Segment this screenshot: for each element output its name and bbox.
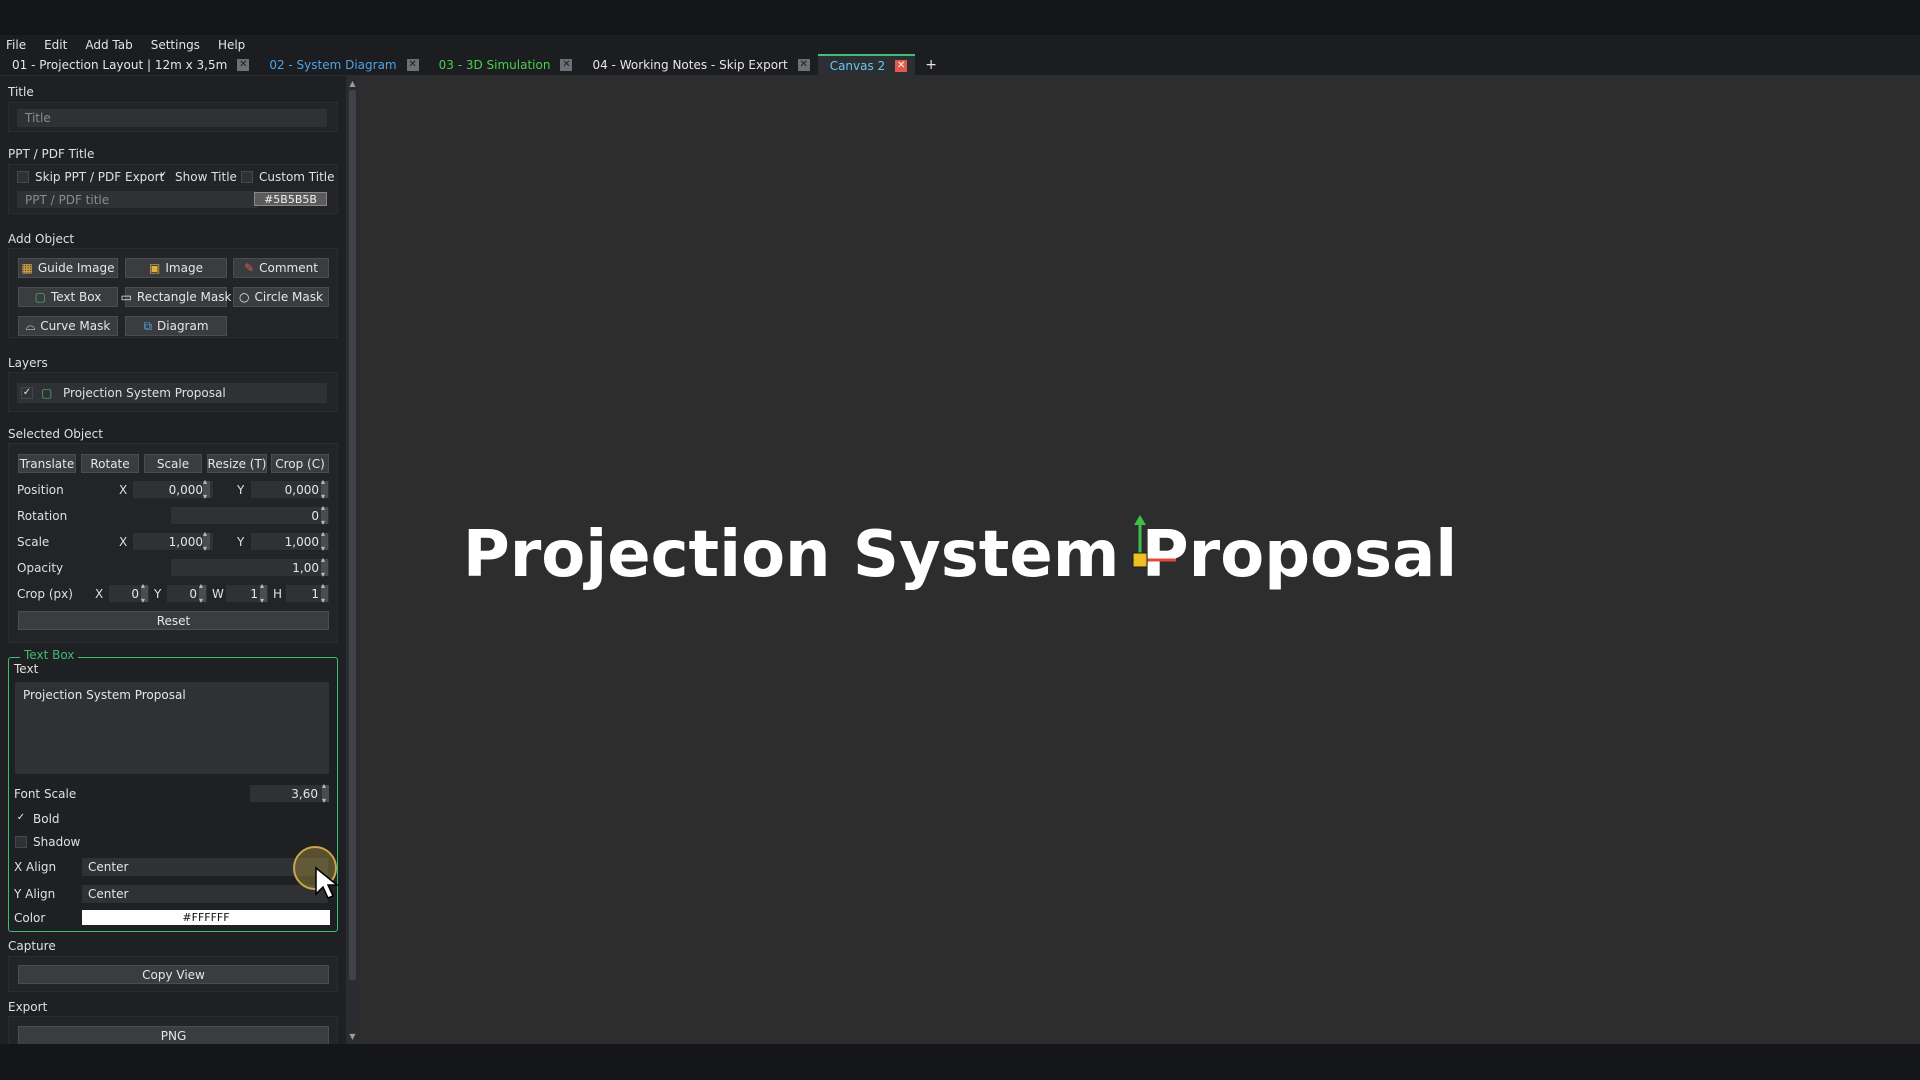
add-object-group: ▦ Guide Image ▣ Image ✎ Comment ▢ Text Box ▭… bbox=[8, 248, 338, 338]
tab-label: 03 - 3D Simulation bbox=[438, 57, 551, 72]
position-label: Position bbox=[17, 483, 64, 497]
tab-system-diagram[interactable]: 02 - System Diagram ✕ bbox=[257, 54, 426, 75]
text-box-group bbox=[8, 657, 338, 932]
scroll-down-icon[interactable]: ▼ bbox=[348, 1032, 357, 1041]
circle-icon: ○ bbox=[239, 290, 250, 304]
show-title-checkbox[interactable]: ✓ bbox=[157, 171, 169, 183]
ppt-title-heading: PPT / PDF Title bbox=[8, 147, 95, 161]
tab-projection-layout[interactable]: 01 - Projection Layout | 12m x 3,5m ✕ bbox=[0, 54, 257, 75]
diagram-icon: ⧉ bbox=[143, 318, 153, 333]
ppt-title-group: Skip PPT / PDF Export ✓ Show Title Custo… bbox=[8, 164, 338, 214]
title-group: Title bbox=[8, 102, 338, 132]
translate-gizmo[interactable] bbox=[1120, 515, 1180, 575]
curve-mask-button[interactable]: ⌓ Curve Mask bbox=[18, 316, 118, 336]
gizmo-center-handle[interactable] bbox=[1132, 552, 1148, 568]
image-button[interactable]: ▣ Image bbox=[125, 258, 227, 278]
position-x-input[interactable]: 0,000 bbox=[133, 481, 213, 498]
mouse-pointer-icon bbox=[315, 866, 340, 899]
position-x-stepper[interactable] bbox=[203, 477, 210, 501]
ppt-title-color[interactable]: #5B5B5B bbox=[254, 192, 327, 206]
layers-group: ✓ ▢ Projection System Proposal bbox=[8, 372, 338, 412]
layer-item[interactable]: ✓ ▢ Projection System Proposal bbox=[17, 383, 327, 403]
text-icon: ▢ bbox=[34, 290, 46, 304]
export-heading: Export bbox=[8, 1000, 48, 1014]
layer-visibility-checkbox[interactable]: ✓ bbox=[21, 387, 33, 399]
guide-image-button[interactable]: ▦ Guide Image bbox=[18, 258, 118, 278]
comment-button[interactable]: ✎ Comment bbox=[233, 258, 329, 278]
resize-mode-button[interactable]: Resize (T) bbox=[207, 454, 267, 473]
add-object-heading: Add Object bbox=[8, 232, 75, 246]
selected-object-heading: Selected Object bbox=[8, 427, 103, 441]
menu-bar: File Edit Add Tab Settings Help bbox=[0, 35, 1920, 54]
window-bottom-band bbox=[0, 1044, 1920, 1080]
skip-export-checkbox[interactable] bbox=[17, 171, 29, 183]
diagram-button[interactable]: ⧉ Diagram bbox=[125, 316, 227, 336]
add-tab-button[interactable]: + bbox=[915, 54, 947, 75]
menu-add-tab[interactable]: Add Tab bbox=[85, 38, 132, 52]
close-icon[interactable]: ✕ bbox=[560, 58, 573, 71]
custom-title-label: Custom Title bbox=[259, 170, 335, 184]
button-label: Circle Mask bbox=[254, 290, 323, 304]
close-icon[interactable]: ✕ bbox=[895, 59, 908, 72]
layers-heading: Layers bbox=[8, 356, 48, 370]
button-label: Diagram bbox=[157, 319, 209, 333]
layer-name: Projection System Proposal bbox=[63, 386, 226, 400]
window-top-band bbox=[0, 0, 1920, 35]
circle-mask-button[interactable]: ○ Circle Mask bbox=[233, 287, 329, 307]
ppt-title-input[interactable]: PPT / PDF title bbox=[17, 191, 257, 208]
tab-label: Canvas 2 bbox=[829, 58, 886, 73]
position-y-stepper[interactable] bbox=[321, 477, 328, 501]
text-box-button[interactable]: ▢ Text Box bbox=[18, 287, 118, 307]
reset-button[interactable]: Reset bbox=[18, 611, 329, 630]
capture-group: Copy View bbox=[8, 956, 338, 992]
tab-label: 02 - System Diagram bbox=[269, 57, 397, 72]
tab-label: 04 - Working Notes - Skip Export bbox=[592, 57, 788, 72]
title-input[interactable]: Title bbox=[17, 109, 327, 127]
text-layer-icon: ▢ bbox=[41, 386, 53, 400]
rotate-mode-button[interactable]: Rotate bbox=[81, 454, 139, 473]
button-label: Guide Image bbox=[37, 261, 115, 275]
text-box-legend: Text Box bbox=[20, 648, 79, 662]
position-y-input[interactable]: 0,000 bbox=[251, 481, 329, 498]
comment-icon: ✎ bbox=[244, 261, 255, 275]
show-title-label: Show Title bbox=[175, 170, 237, 184]
image-icon: ▣ bbox=[149, 261, 161, 275]
close-icon[interactable]: ✕ bbox=[237, 58, 250, 71]
y-label: Y bbox=[237, 483, 245, 497]
custom-title-checkbox[interactable] bbox=[241, 171, 253, 183]
tab-bar: 01 - Projection Layout | 12m x 3,5m ✕ 02… bbox=[0, 54, 1920, 76]
menu-help[interactable]: Help bbox=[218, 38, 245, 52]
capture-heading: Capture bbox=[8, 939, 56, 953]
skip-export-label: Skip PPT / PDF Export bbox=[35, 170, 165, 184]
tab-label: 01 - Projection Layout | 12m x 3,5m bbox=[12, 57, 228, 72]
scroll-up-icon[interactable]: ▲ bbox=[348, 79, 357, 88]
canvas-text-object[interactable]: Projection System Proposal bbox=[0, 518, 1920, 592]
tab-3d-simulation[interactable]: 03 - 3D Simulation ✕ bbox=[427, 54, 581, 75]
grid-icon: ▦ bbox=[21, 261, 33, 275]
png-export-button[interactable]: PNG bbox=[18, 1026, 329, 1045]
close-icon[interactable]: ✕ bbox=[797, 58, 810, 71]
translate-mode-button[interactable]: Translate bbox=[18, 454, 76, 473]
scale-mode-button[interactable]: Scale bbox=[144, 454, 202, 473]
export-group: PNG bbox=[8, 1016, 338, 1045]
title-heading: Title bbox=[8, 85, 34, 99]
button-label: Curve Mask bbox=[40, 319, 111, 333]
menu-settings[interactable]: Settings bbox=[151, 38, 200, 52]
button-label: Rectangle Mask bbox=[136, 290, 232, 304]
close-icon[interactable]: ✕ bbox=[406, 58, 419, 71]
tab-working-notes[interactable]: 04 - Working Notes - Skip Export ✕ bbox=[580, 54, 817, 75]
button-label: Comment bbox=[259, 261, 318, 275]
button-label: Image bbox=[165, 261, 203, 275]
menu-file[interactable]: File bbox=[6, 38, 26, 52]
menu-edit[interactable]: Edit bbox=[44, 38, 67, 52]
rectangle-mask-button[interactable]: ▭ Rectangle Mask bbox=[121, 287, 231, 307]
x-label: X bbox=[119, 483, 128, 497]
copy-view-button[interactable]: Copy View bbox=[18, 965, 329, 984]
y-axis-arrowhead bbox=[1134, 515, 1146, 525]
curve-icon: ⌓ bbox=[25, 318, 36, 333]
crop-mode-button[interactable]: Crop (C) bbox=[271, 454, 329, 473]
tab-canvas-2[interactable]: Canvas 2 ✕ bbox=[817, 54, 916, 75]
button-label: Text Box bbox=[50, 290, 102, 304]
rectangle-icon: ▭ bbox=[120, 290, 132, 304]
